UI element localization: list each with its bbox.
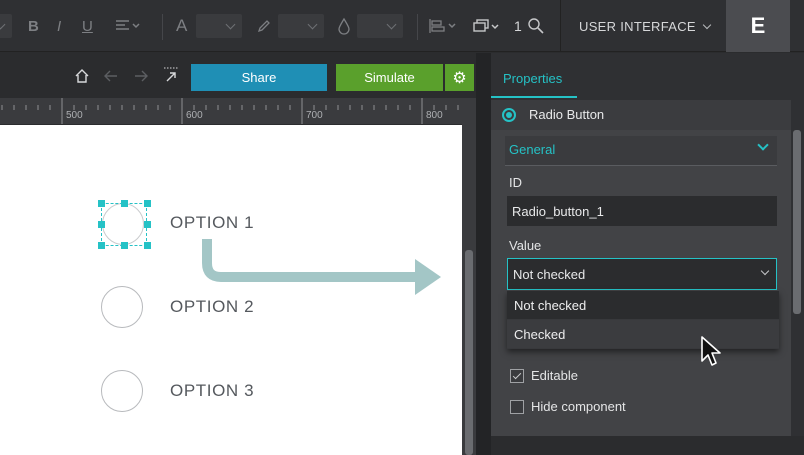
- editable-label: Editable: [531, 368, 578, 383]
- app-logo: E: [726, 0, 790, 52]
- product-area-dropdown[interactable]: USER INTERFACE: [560, 0, 726, 52]
- layout-dropdown[interactable]: [428, 0, 462, 52]
- editable-checkbox[interactable]: [510, 369, 524, 383]
- radio-circle-option-3[interactable]: [101, 370, 143, 412]
- general-section-label: General: [509, 142, 556, 157]
- tab-properties[interactable]: Properties: [503, 71, 562, 86]
- option-1-label[interactable]: OPTION 1: [170, 213, 254, 233]
- home-icon[interactable]: [74, 68, 90, 88]
- app-window: B I U A 1 USER INTERFACE E Share Simulat…: [0, 0, 804, 455]
- resize-handle[interactable]: [144, 221, 151, 228]
- checkmark-icon: [512, 370, 522, 380]
- stroke-dropdown[interactable]: [278, 14, 324, 38]
- gear-icon: ⚙: [452, 69, 467, 87]
- toolbar-divider: [417, 14, 418, 40]
- format-toolbar: B I U A 1 USER INTERFACE E: [0, 0, 804, 52]
- italic-button[interactable]: I: [57, 0, 61, 52]
- ruler-label-600: 600: [186, 110, 203, 121]
- selection-box[interactable]: [101, 203, 147, 246]
- fill-dropdown[interactable]: [357, 14, 403, 38]
- value-select-text: Not checked: [513, 266, 586, 282]
- arrange-dropdown[interactable]: [472, 0, 502, 52]
- bold-button[interactable]: B: [28, 0, 39, 52]
- hide-component-checkbox[interactable]: [510, 400, 524, 414]
- hide-component-label: Hide component: [531, 399, 626, 414]
- font-size-dropdown[interactable]: [196, 14, 242, 38]
- component-name: Radio Button: [529, 107, 605, 122]
- dropdown-option-not-checked[interactable]: Not checked: [507, 291, 779, 319]
- radio-button-icon: [502, 108, 516, 122]
- value-select[interactable]: Not checked: [507, 258, 777, 290]
- external-link-icon[interactable]: [163, 66, 179, 88]
- droplet-icon[interactable]: [337, 0, 351, 52]
- id-label: ID: [509, 175, 522, 190]
- option-3-label[interactable]: OPTION 3: [170, 381, 254, 401]
- align-left-icon: [116, 20, 140, 30]
- panel-scrollbar-thumb[interactable]: [793, 130, 801, 314]
- simulate-settings-button[interactable]: ⚙: [445, 64, 474, 91]
- resize-handle[interactable]: [98, 242, 105, 249]
- panel-footer: [491, 436, 804, 455]
- font-icon: A: [176, 16, 188, 35]
- arrow-right-icon[interactable]: [133, 68, 149, 88]
- share-button[interactable]: Share: [191, 64, 327, 91]
- resize-handle[interactable]: [98, 200, 105, 207]
- toolbar-divider: [162, 14, 163, 40]
- ruler-label-700: 700: [306, 110, 323, 121]
- panel-divider[interactable]: [476, 53, 491, 455]
- canvas-scrollbar-thumb[interactable]: [465, 250, 473, 455]
- underline-button[interactable]: U: [82, 0, 93, 52]
- align-dropdown[interactable]: [115, 0, 145, 52]
- search-icon[interactable]: [527, 0, 545, 52]
- dropdown-option-checked[interactable]: Checked: [507, 320, 779, 348]
- ruler-label-500: 500: [66, 110, 83, 121]
- product-area-label: USER INTERFACE: [579, 18, 696, 34]
- ruler-label-800: 800: [426, 110, 443, 121]
- annotation-arrow-icon: [202, 239, 441, 295]
- resize-handle[interactable]: [144, 200, 151, 207]
- arrow-left-icon[interactable]: [103, 68, 119, 88]
- resize-handle[interactable]: [98, 221, 105, 228]
- stack-icon: [473, 19, 499, 32]
- id-field[interactable]: Radio_button_1: [507, 196, 777, 226]
- radio-circle-option-2[interactable]: [101, 286, 143, 328]
- active-tab-indicator: [491, 96, 577, 98]
- simulate-button[interactable]: Simulate: [336, 64, 443, 91]
- resize-handle[interactable]: [144, 242, 151, 249]
- chevron-down-icon: [702, 20, 712, 30]
- toolbar-dropdown[interactable]: [0, 14, 12, 38]
- mouse-cursor-icon: [701, 336, 721, 366]
- layout-icon: [429, 19, 456, 33]
- resize-handle[interactable]: [121, 200, 128, 207]
- horizontal-ruler: 500 600 700 800: [0, 98, 462, 124]
- zoom-value: 1: [514, 18, 522, 34]
- pencil-icon[interactable]: [256, 0, 272, 52]
- option-2-label[interactable]: OPTION 2: [170, 297, 254, 317]
- value-label: Value: [509, 238, 542, 253]
- resize-handle[interactable]: [121, 242, 128, 249]
